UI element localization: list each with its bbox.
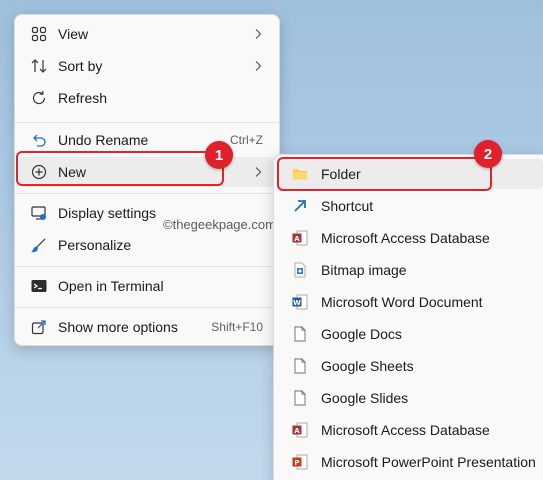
- menu-item-label: Google Slides: [321, 390, 409, 406]
- svg-text:W: W: [293, 299, 301, 307]
- document-icon: [292, 390, 308, 406]
- menu-item-view[interactable]: View: [19, 19, 275, 49]
- svg-text:A: A: [294, 235, 300, 243]
- menu-item-shortcut: Shift+F10: [211, 320, 263, 334]
- document-icon: [292, 358, 308, 374]
- document-icon: [292, 326, 308, 342]
- svg-text:P: P: [294, 459, 299, 467]
- submenu-item-access-database-2[interactable]: A Microsoft Access Database: [278, 415, 543, 445]
- menu-item-label: View: [58, 26, 89, 42]
- chevron-right-icon: [253, 165, 263, 181]
- sort-icon: [31, 58, 47, 74]
- menu-separator: [15, 266, 279, 267]
- menu-item-label: Personalize: [58, 237, 132, 253]
- menu-item-label: Microsoft Word Document: [321, 294, 483, 310]
- menu-item-label: Show more options: [58, 319, 178, 335]
- access-icon: A: [292, 422, 308, 438]
- chevron-right-icon: [253, 59, 263, 75]
- undo-icon: [31, 132, 47, 148]
- submenu-item-bitmap-image[interactable]: Bitmap image: [278, 255, 543, 285]
- menu-item-sort-by[interactable]: Sort by: [19, 51, 275, 81]
- refresh-icon: [31, 90, 47, 106]
- watermark-text: ©thegeekpage.com: [163, 217, 276, 232]
- grid-view-icon: [31, 26, 47, 42]
- terminal-icon: [31, 278, 47, 294]
- menu-item-label: Sort by: [58, 58, 103, 74]
- submenu-item-word-document[interactable]: W Microsoft Word Document: [278, 287, 543, 317]
- chevron-right-icon: [253, 27, 263, 43]
- menu-separator: [15, 122, 279, 123]
- menu-item-label: Bitmap image: [321, 262, 407, 278]
- menu-item-label: Refresh: [58, 90, 108, 106]
- menu-item-label: Shortcut: [321, 198, 374, 214]
- share-icon: [31, 319, 47, 335]
- powerpoint-icon: P: [292, 454, 308, 470]
- bitmap-icon: [292, 262, 308, 278]
- menu-item-label: Open in Terminal: [58, 278, 164, 294]
- menu-item-label: Display settings: [58, 205, 157, 221]
- shortcut-arrow-icon: [292, 198, 308, 214]
- menu-item-label: Google Sheets: [321, 358, 414, 374]
- menu-separator: [15, 307, 279, 308]
- menu-item-label: Microsoft PowerPoint Presentation: [321, 454, 536, 470]
- menu-item-shortcut: Ctrl+Z: [230, 133, 263, 147]
- submenu-item-google-slides[interactable]: Google Slides: [278, 383, 543, 413]
- submenu-item-google-docs[interactable]: Google Docs: [278, 319, 543, 349]
- annotation-badge-1: 1: [205, 141, 233, 169]
- svg-text:A: A: [294, 427, 300, 435]
- menu-item-label: Undo Rename: [58, 132, 149, 148]
- brush-icon: [31, 237, 47, 253]
- menu-item-show-more-options[interactable]: Show more options Shift+F10: [19, 312, 275, 342]
- menu-item-refresh[interactable]: Refresh: [19, 83, 275, 113]
- menu-item-personalize[interactable]: Personalize: [19, 230, 275, 260]
- menu-item-label: Google Docs: [321, 326, 402, 342]
- new-submenu: Folder Shortcut A Microsoft Access Datab…: [273, 154, 543, 480]
- submenu-item-access-database[interactable]: A Microsoft Access Database: [278, 223, 543, 253]
- menu-item-open-in-terminal[interactable]: Open in Terminal: [19, 271, 275, 301]
- access-icon: A: [292, 230, 308, 246]
- annotation-highlight-folder: [277, 157, 492, 191]
- display-settings-icon: [31, 205, 47, 221]
- menu-item-label: Microsoft Access Database: [321, 230, 490, 246]
- annotation-highlight-new: [16, 151, 224, 186]
- menu-separator: [15, 193, 279, 194]
- word-icon: W: [292, 294, 308, 310]
- annotation-badge-2: 2: [474, 140, 502, 168]
- submenu-item-shortcut[interactable]: Shortcut: [278, 191, 543, 221]
- submenu-item-google-sheets[interactable]: Google Sheets: [278, 351, 543, 381]
- menu-item-label: Microsoft Access Database: [321, 422, 490, 438]
- submenu-item-powerpoint-presentation[interactable]: P Microsoft PowerPoint Presentation: [278, 447, 543, 477]
